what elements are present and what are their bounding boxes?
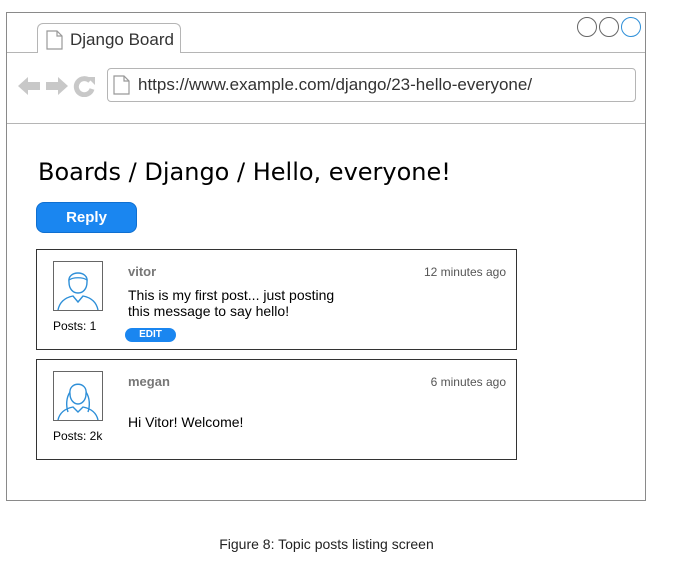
avatar-icon <box>53 261 103 311</box>
refresh-icon[interactable] <box>73 75 97 97</box>
window-controls <box>577 17 641 37</box>
post-timestamp: 6 minutes ago <box>430 375 506 389</box>
post-count: Posts: 2k <box>53 429 103 443</box>
url-input[interactable] <box>138 74 628 96</box>
post-author[interactable]: vitor <box>128 264 156 279</box>
post-card: Posts: 2k megan 6 minutes ago Hi Vitor! … <box>36 359 517 460</box>
address-bar[interactable] <box>107 68 636 102</box>
post-message: This is my first post... just posting th… <box>128 287 335 319</box>
avatar-icon <box>53 371 103 421</box>
post-message: Hi Vitor! Welcome! <box>128 414 244 430</box>
minimize-button[interactable] <box>577 17 597 37</box>
post-card: Posts: 1 vitor 12 minutes ago This is my… <box>36 249 517 350</box>
reply-button[interactable]: Reply <box>36 202 137 233</box>
post-timestamp: 12 minutes ago <box>423 265 506 279</box>
navigation-bar <box>7 53 645 124</box>
browser-tab[interactable]: Django Board <box>37 23 181 53</box>
edit-button[interactable]: EDIT <box>125 328 176 342</box>
page-title-breadcrumb: Boards / Django / Hello, everyone! <box>38 158 451 186</box>
document-icon <box>46 30 63 55</box>
post-author[interactable]: megan <box>128 374 170 389</box>
maximize-button[interactable] <box>599 17 619 37</box>
forward-arrow-icon[interactable] <box>45 75 69 97</box>
post-count: Posts: 1 <box>53 319 97 333</box>
figure-caption: Figure 8: Topic posts listing screen <box>219 536 434 552</box>
page-icon <box>113 75 130 100</box>
tab-title: Django Board <box>70 30 174 49</box>
close-button[interactable] <box>621 17 641 37</box>
back-arrow-icon[interactable] <box>17 75 41 97</box>
browser-window: Django Board https://www.example.com/dja… <box>6 12 646 501</box>
navigation-icons <box>17 75 97 97</box>
